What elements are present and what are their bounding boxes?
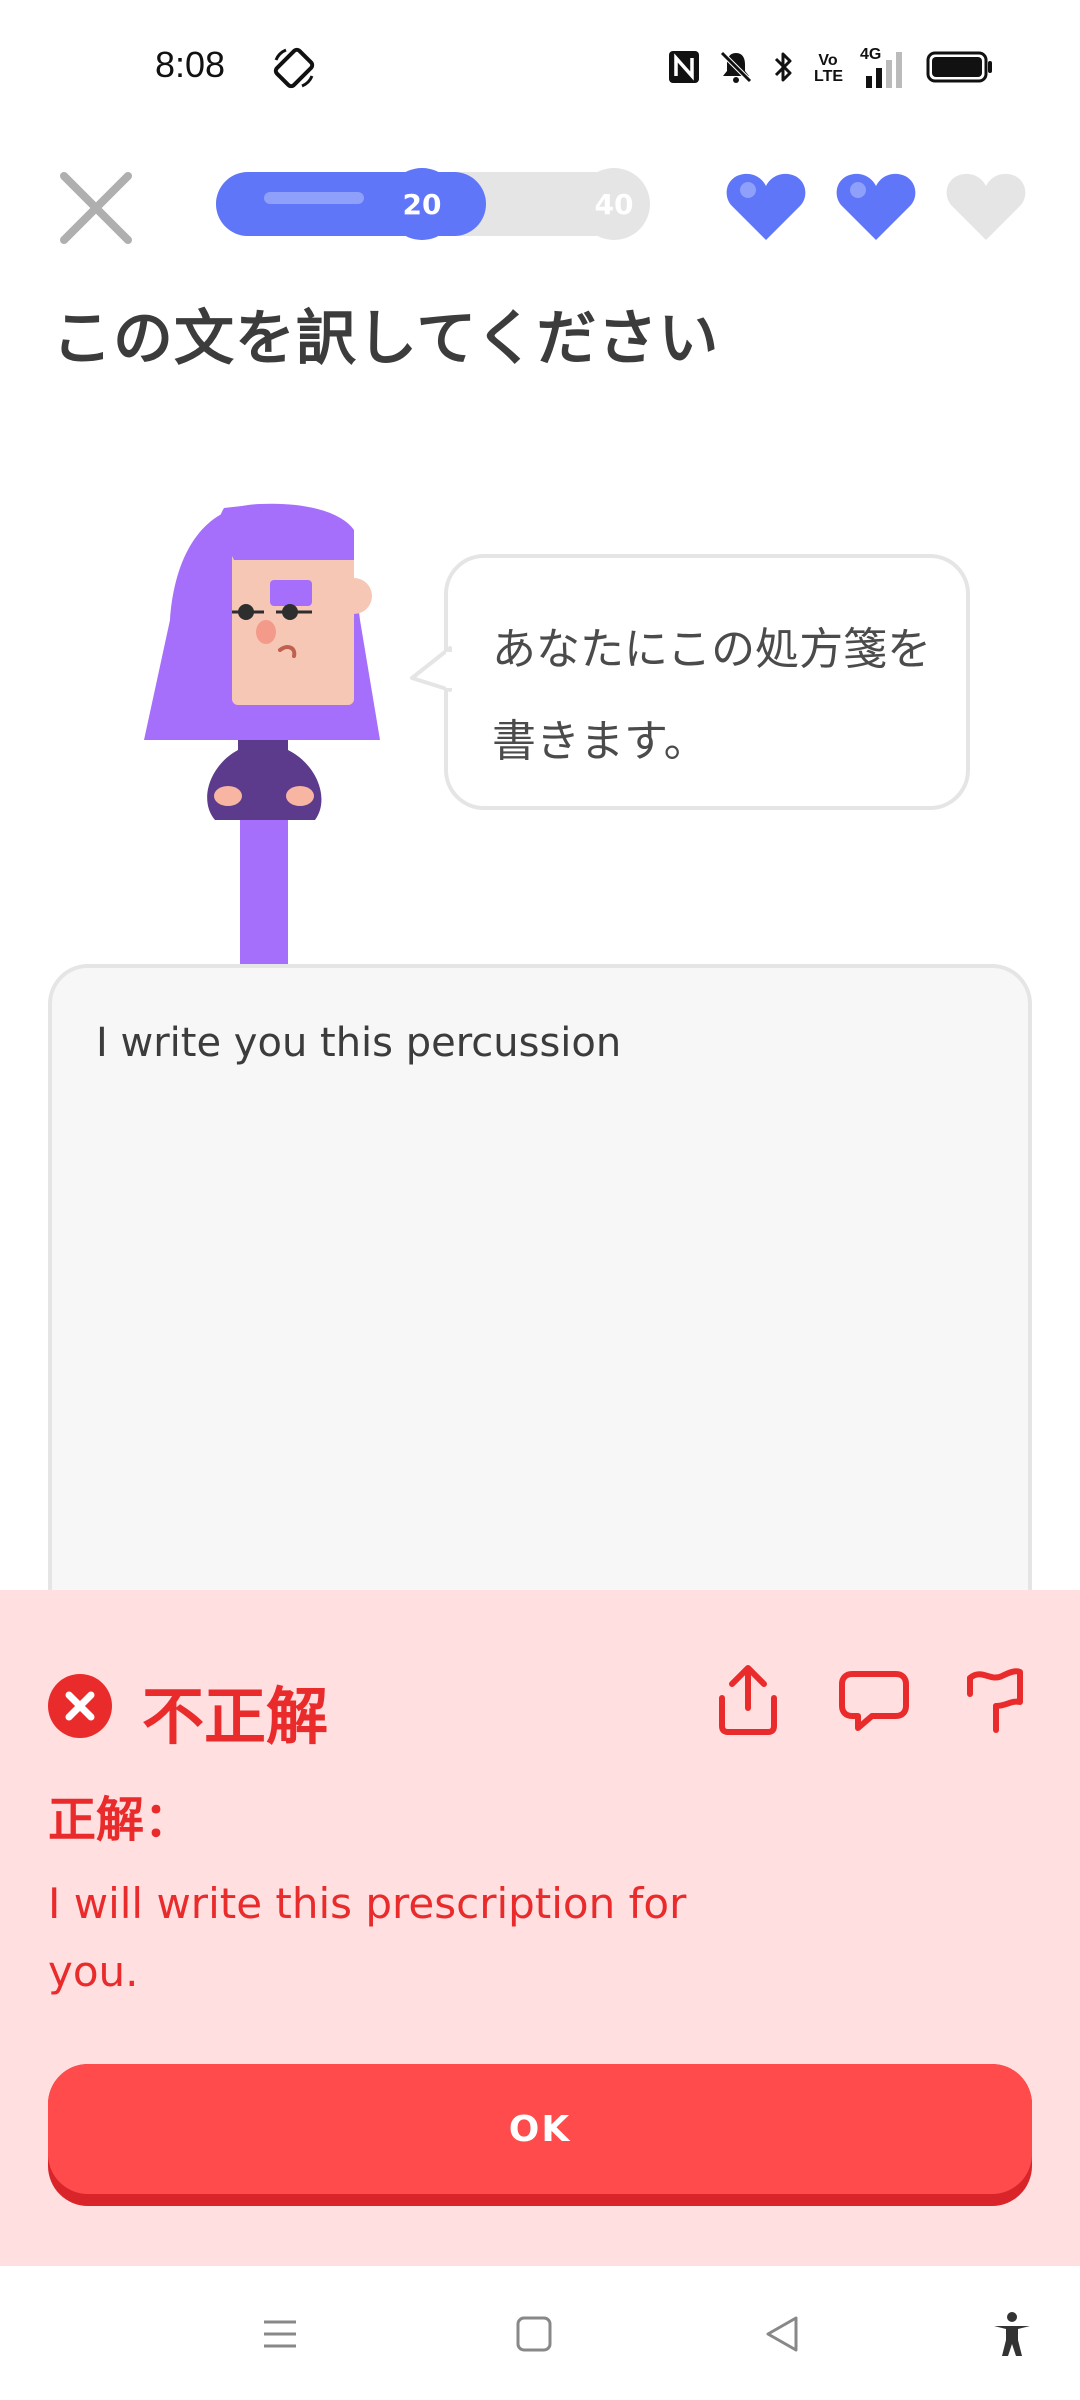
character-illustration [140,500,400,965]
status-bar: 8:08 Vo LTE 4G [0,0,1080,130]
comment-icon [839,1671,909,1731]
incorrect-icon [48,1674,112,1738]
volte-icon: Vo LTE [814,52,844,85]
volte-label: Vo LTE [814,52,844,85]
comment-button[interactable] [838,1664,909,1736]
feedback-panel: 不正解 正解： I will write this prescription f… [0,1590,1080,2266]
bubble-tail [410,646,452,692]
back-button[interactable] [758,2310,806,2358]
speech-bubble[interactable]: あなたにこの処方箋を書きます。 [410,554,970,810]
flag-icon [967,1668,1023,1733]
close-button[interactable] [58,170,134,246]
milestone-current: 20 [386,168,458,240]
ok-button[interactable]: OK [48,2064,1032,2206]
share-icon [719,1665,777,1735]
lesson-progress-bar: 20 40 [216,168,650,240]
progress-shine [264,192,364,204]
heart-icon [836,173,916,240]
answer-input[interactable]: I write you this percussion [48,964,1032,1664]
menu-icon [264,2320,296,2348]
correct-answer-label: 正解： [48,1792,193,1848]
ok-button-label: OK [48,2064,1032,2194]
close-icon [60,172,132,244]
answer-text: I write you this percussion [96,1020,622,1066]
back-icon [766,2316,798,2352]
hearts [724,168,1028,244]
nfc-icon [668,50,700,88]
accessibility-icon [994,2312,1030,2356]
heart-icon [726,173,806,240]
system-nav-bar [0,2266,1080,2400]
bluetooth-icon [772,49,796,89]
report-button[interactable] [962,1664,1030,1736]
share-button[interactable] [714,1664,782,1736]
accessibility-button[interactable] [988,2310,1036,2358]
signal-4g-icon: 4G [860,46,908,88]
feedback-title: 不正解 [142,1680,329,1753]
rotate-icon [272,46,316,90]
status-time: 8:08 [155,44,226,85]
instruction-title: この文を訳してください [52,304,720,374]
network-label: 4G [860,46,882,63]
battery-icon [926,50,994,88]
correct-answer-text: I will write this prescription for you. [48,1879,687,1996]
milestone-next: 40 [578,168,650,240]
heart-empty-icon [946,173,1026,240]
home-button[interactable] [510,2310,558,2358]
mute-icon [718,49,754,89]
menu-button[interactable] [256,2310,304,2358]
prompt-sentence: あなたにこの処方箋を書きます。 [492,624,932,767]
home-icon [516,2316,552,2352]
